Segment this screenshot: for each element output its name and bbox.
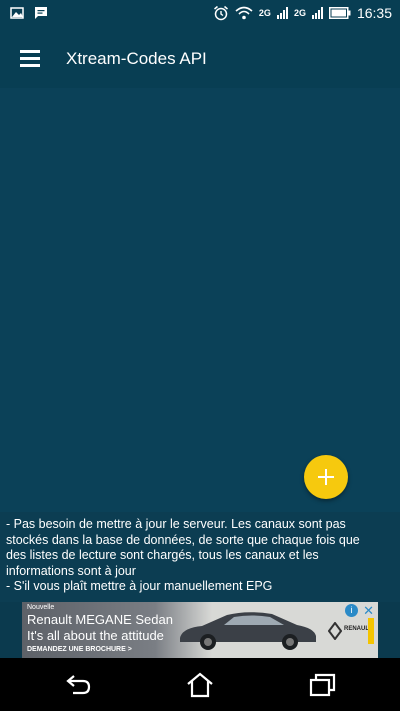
ad-info-icon[interactable]: i	[345, 604, 358, 617]
info-line: informations sont à jour	[6, 563, 136, 578]
info-line: - Pas besoin de mettre à jour le serveur…	[6, 517, 346, 531]
network-type-2: 2G	[293, 8, 306, 18]
app-title: Xtream-Codes API	[66, 49, 207, 68]
info-line: des listes de lecture sont chargés, tous…	[6, 548, 319, 562]
info-panel: - Pas besoin de mettre à jour le serveur…	[0, 512, 400, 602]
info-line: - S'il vous plaît mettre à jour manuelle…	[6, 579, 273, 593]
status-bar: 2G 2G 16:35	[0, 0, 400, 30]
renault-logo	[328, 622, 342, 640]
signal-icon	[311, 7, 323, 19]
clock: 16:35	[356, 5, 392, 21]
add-button[interactable]	[304, 455, 348, 499]
navigation-bar	[0, 658, 400, 711]
network-type-1: 2G	[258, 8, 271, 18]
ad-banner[interactable]: Nouvelle Renault MEGANE Sedan It's all a…	[22, 602, 378, 658]
ad-label: Nouvelle	[27, 604, 55, 611]
hamburger-menu-icon[interactable]	[20, 50, 40, 67]
back-icon[interactable]	[63, 671, 93, 699]
ad-cta[interactable]: DEMANDEZ UNE BROCHURE >	[27, 646, 132, 653]
wifi-icon	[235, 6, 253, 20]
home-icon[interactable]	[185, 671, 215, 699]
image-icon	[10, 7, 24, 19]
app-bar: Xtream-Codes API	[0, 30, 400, 88]
recent-apps-icon[interactable]	[307, 671, 337, 699]
ad-close-icon[interactable]: ✕	[363, 603, 374, 619]
plus-icon	[318, 469, 334, 485]
info-line: stockés dans la base de données, de sort…	[6, 532, 360, 547]
ad-tagline: It's all about the attitude	[27, 628, 164, 643]
message-icon	[35, 7, 47, 19]
ad-banner-area: Nouvelle Renault MEGANE Sedan It's all a…	[0, 602, 400, 658]
battery-icon	[328, 7, 351, 19]
alarm-icon	[213, 5, 228, 21]
signal-icon	[276, 7, 288, 19]
main-content	[0, 88, 400, 512]
car-image	[180, 612, 316, 650]
ad-model: Renault MEGANE Sedan	[27, 612, 173, 627]
